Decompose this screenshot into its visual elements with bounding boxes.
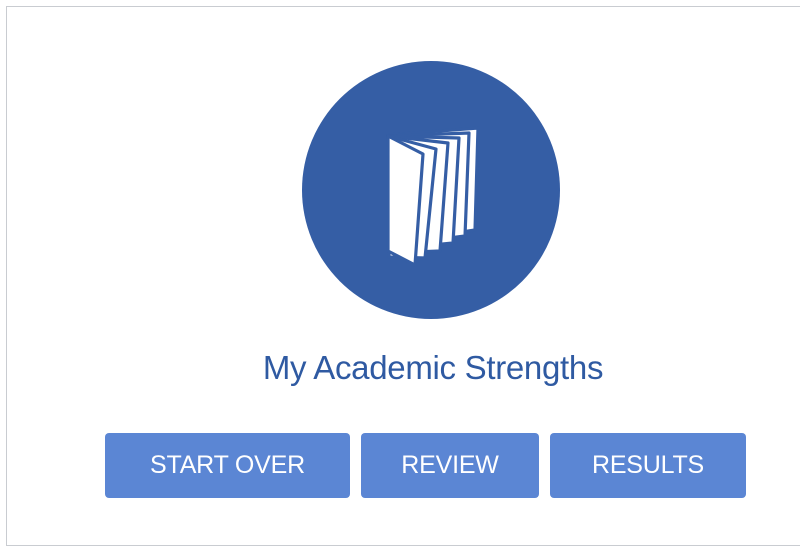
start-over-button[interactable]: START OVER xyxy=(105,433,350,498)
module-icon-badge xyxy=(302,61,560,319)
review-button[interactable]: REVIEW xyxy=(361,433,539,498)
open-book-icon xyxy=(386,126,480,267)
action-button-row: START OVER REVIEW RESULTS xyxy=(0,433,800,498)
module-title: My Academic Strengths xyxy=(262,349,604,386)
results-button[interactable]: RESULTS xyxy=(550,433,746,498)
